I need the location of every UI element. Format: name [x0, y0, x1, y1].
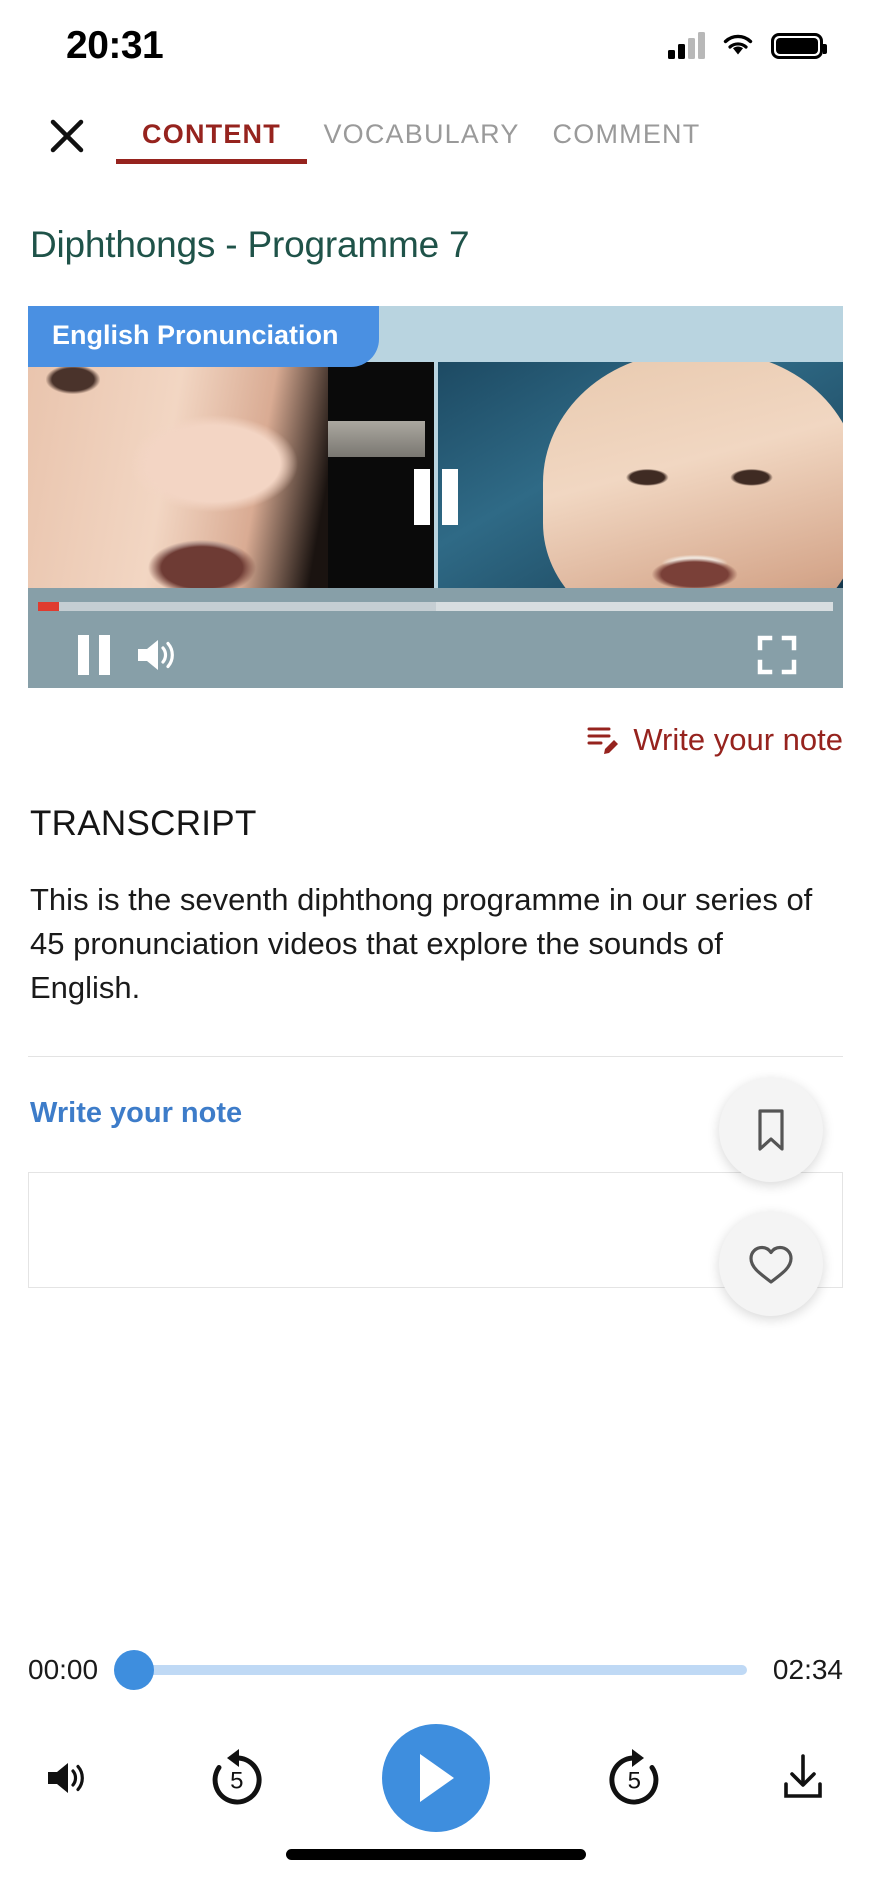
- battery-full-icon: [771, 33, 827, 59]
- audio-play-button[interactable]: [381, 1724, 490, 1832]
- volume-high-icon: [48, 1763, 84, 1793]
- video-volume-button[interactable]: [126, 629, 190, 681]
- close-button[interactable]: [30, 99, 104, 173]
- video-pause-button[interactable]: [62, 629, 126, 681]
- audio-current-time: 00:00: [28, 1654, 99, 1685]
- audio-seek-track: [114, 1665, 747, 1675]
- download-button[interactable]: [779, 1752, 827, 1804]
- write-note-link-label: Write your note: [633, 722, 843, 757]
- rewind-5-label: 5: [230, 1767, 244, 1795]
- bookmark-icon: [758, 1109, 784, 1151]
- rewind-5-button[interactable]: 5: [201, 1742, 273, 1814]
- audio-seek-slider[interactable]: [114, 1650, 757, 1690]
- heart-icon: [749, 1245, 793, 1284]
- video-frame-left: [28, 362, 434, 588]
- video-progress-bar[interactable]: [38, 602, 833, 611]
- favourite-button[interactable]: [719, 1212, 823, 1316]
- forward-5-button[interactable]: 5: [598, 1742, 670, 1814]
- transcript-heading: TRANSCRIPT: [30, 804, 257, 843]
- audio-seek-thumb[interactable]: [114, 1650, 155, 1690]
- note-edit-icon: [587, 727, 619, 754]
- cellular-signal-icon: [668, 32, 705, 59]
- video-control-bar: [28, 588, 843, 688]
- volume-high-icon: [138, 640, 174, 670]
- write-note-link[interactable]: Write your note: [0, 688, 871, 758]
- audio-volume-button[interactable]: [44, 1758, 92, 1798]
- home-indicator: [285, 1849, 586, 1860]
- status-time: 20:31: [66, 24, 164, 67]
- wifi-icon: [721, 31, 755, 62]
- video-badge: English Pronunciation: [28, 306, 379, 367]
- tab-vocabulary[interactable]: VOCABULARY: [319, 119, 524, 164]
- audio-button-row: 5 5: [0, 1706, 871, 1832]
- page-title: Diphthongs - Programme 7: [30, 224, 470, 265]
- video-frame-right: [437, 362, 843, 588]
- audio-duration: 02:34: [772, 1654, 843, 1685]
- fullscreen-icon: [757, 635, 797, 675]
- pause-icon: [78, 635, 110, 675]
- transcript-body: This is the seventh diphthong programme …: [30, 882, 813, 1006]
- audio-player: 00:00 02:34 5 5: [0, 1634, 871, 1884]
- status-icons: [668, 31, 827, 62]
- forward-5-label: 5: [627, 1767, 641, 1795]
- status-bar: 20:31: [0, 0, 871, 92]
- tab-content[interactable]: CONTENT: [104, 119, 319, 164]
- tab-bar: CONTENT VOCABULARY COMMENT: [0, 92, 871, 180]
- play-icon: [419, 1754, 454, 1802]
- audio-seek-row: 00:00 02:34: [0, 1634, 871, 1706]
- video-control-row: [28, 622, 843, 688]
- video-player[interactable]: English Pronunciation: [28, 306, 843, 688]
- video-pause-overlay-icon[interactable]: [413, 469, 458, 525]
- bookmark-button[interactable]: [719, 1078, 823, 1182]
- video-fullscreen-button[interactable]: [745, 629, 809, 681]
- app-screen: 20:31 CONTENT VOCABULARY COMMENT Diphtho…: [0, 0, 871, 1884]
- tab-comment[interactable]: COMMENT: [524, 119, 729, 164]
- close-icon: [50, 119, 84, 153]
- download-icon: [784, 1754, 822, 1798]
